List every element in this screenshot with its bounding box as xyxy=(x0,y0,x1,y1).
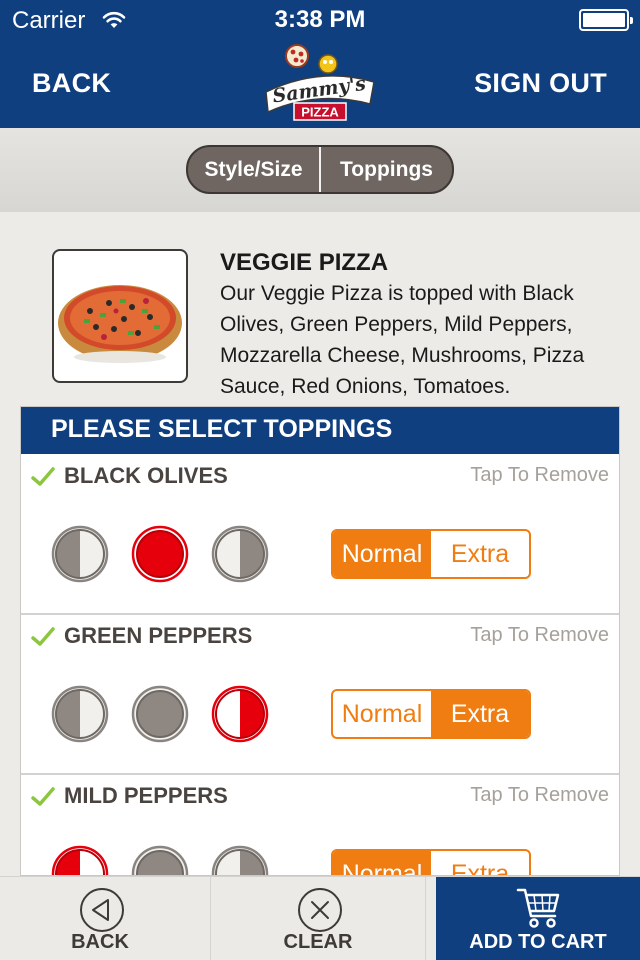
amount-extra-button[interactable]: Extra xyxy=(431,851,529,876)
sammys-pizza-logo: Sammy's PIZZA xyxy=(265,44,375,121)
amount-toggle: Normal Extra xyxy=(331,529,531,579)
add-to-cart-button[interactable]: ADD TO CART xyxy=(436,877,640,960)
right-half-icon[interactable] xyxy=(211,685,269,743)
tab-toppings[interactable]: Toppings xyxy=(319,147,452,192)
check-icon xyxy=(31,627,55,646)
status-bar: Carrier 3:38 PM xyxy=(0,0,640,40)
tab-bar: Style/Size Toppings xyxy=(0,128,640,212)
topping-name: MILD PEPPERS xyxy=(64,783,228,808)
clear-button-label: CLEAR xyxy=(283,931,353,953)
left-half-icon[interactable] xyxy=(51,685,109,743)
amount-extra-button[interactable]: Extra xyxy=(431,691,529,737)
whole-pizza-icon[interactable] xyxy=(131,525,189,583)
cart-icon xyxy=(516,888,560,928)
tap-to-remove-link[interactable]: Tap To Remove xyxy=(470,624,609,647)
topping-row-black-olives[interactable]: BLACK OLIVES Tap To Remove Normal Extra xyxy=(21,455,619,615)
logo-subtext: PIZZA xyxy=(301,105,339,120)
back-arrow-icon xyxy=(80,888,124,932)
tap-to-remove-link[interactable]: Tap To Remove xyxy=(470,464,609,487)
back-button[interactable]: BACK xyxy=(0,877,200,960)
right-half-icon[interactable] xyxy=(211,525,269,583)
tab-style-size[interactable]: Style/Size xyxy=(188,147,319,192)
amount-toggle: Normal Extra xyxy=(331,849,531,876)
check-icon xyxy=(31,787,55,806)
amount-toggle: Normal Extra xyxy=(331,689,531,739)
pizza-description: Our Veggie Pizza is topped with Black Ol… xyxy=(220,282,585,398)
battery-icon xyxy=(579,9,633,31)
toppings-header: PLEASE SELECT TOPPINGS xyxy=(21,407,619,454)
tap-to-remove-link[interactable]: Tap To Remove xyxy=(470,784,609,807)
segmented-control: Style/Size Toppings xyxy=(186,145,454,194)
pizza-title: VEGGIE PIZZA xyxy=(220,249,389,276)
right-half-icon[interactable] xyxy=(211,845,269,876)
check-icon xyxy=(31,467,55,486)
whole-pizza-icon[interactable] xyxy=(131,845,189,876)
topping-row-mild-peppers[interactable]: MILD PEPPERS Tap To Remove Normal Extra xyxy=(21,775,619,876)
toppings-panel: PLEASE SELECT TOPPINGS BLACK OLIVES Tap … xyxy=(20,406,620,876)
bottom-toolbar: BACK CLEAR ADD TO CART xyxy=(0,876,640,960)
sign-out-button[interactable]: SIGN OUT xyxy=(474,68,607,99)
status-time: 3:38 PM xyxy=(274,6,366,33)
topping-name: BLACK OLIVES xyxy=(64,463,228,488)
pizza-image xyxy=(52,249,188,383)
app-header: Carrier 3:38 PM BACK Sammy's PIZZA SIGN … xyxy=(0,0,640,128)
whole-pizza-icon[interactable] xyxy=(131,685,189,743)
amount-normal-button[interactable]: Normal xyxy=(333,691,431,737)
amount-normal-button[interactable]: Normal xyxy=(333,851,431,875)
close-icon xyxy=(298,888,342,932)
topping-name: GREEN PEPPERS xyxy=(64,623,253,648)
back-button-label: BACK xyxy=(71,931,129,953)
nav-back-button[interactable]: BACK xyxy=(32,68,111,99)
topping-row-green-peppers[interactable]: GREEN PEPPERS Tap To Remove Normal Extra xyxy=(21,615,619,775)
amount-normal-button[interactable]: Normal xyxy=(333,531,431,577)
amount-extra-button[interactable]: Extra xyxy=(431,531,529,577)
add-to-cart-label: ADD TO CART xyxy=(469,931,607,953)
left-half-icon[interactable] xyxy=(51,845,109,876)
clear-button[interactable]: CLEAR xyxy=(210,877,426,960)
left-half-icon[interactable] xyxy=(51,525,109,583)
